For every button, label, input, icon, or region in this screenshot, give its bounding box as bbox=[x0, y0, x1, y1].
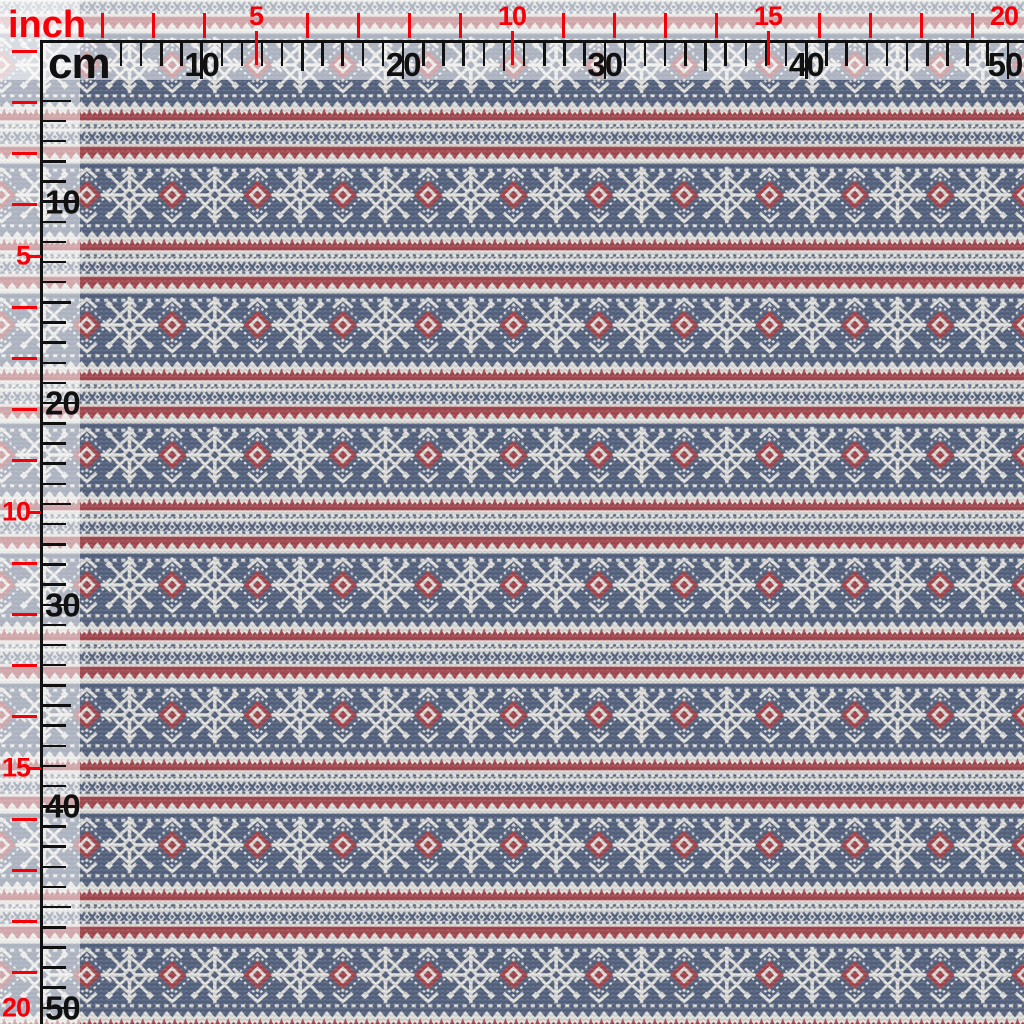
knit-texture-overlay bbox=[0, 0, 1024, 1024]
knit-fabric-pattern bbox=[0, 0, 1024, 1024]
fabric-with-rulers-image: inch cm 5 10 15 20 10 20 30 40 50 5 10 15 20 10 20 30 4… bbox=[0, 0, 1024, 1024]
